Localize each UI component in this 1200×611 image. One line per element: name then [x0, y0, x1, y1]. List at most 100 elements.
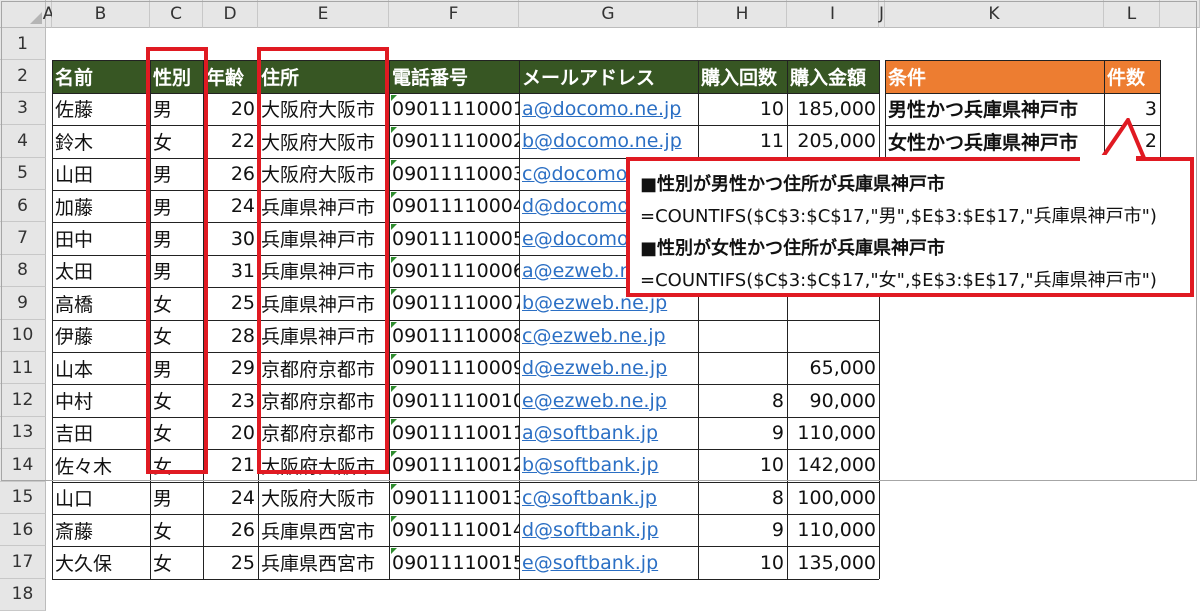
- header-cell-age[interactable]: 年齢: [203, 60, 258, 93]
- cell-gender[interactable]: 女: [150, 546, 203, 578]
- header-cell-purchase-count[interactable]: 購入回数: [698, 60, 787, 93]
- cell-address[interactable]: 大阪府大阪市: [258, 482, 389, 514]
- cell-email[interactable]: e@ezweb.ne.jp: [519, 384, 698, 416]
- cell-phone[interactable]: 09011110010: [389, 384, 519, 416]
- cell-email[interactable]: e@softbank.jp: [519, 546, 698, 578]
- column-header-f[interactable]: F: [389, 0, 519, 28]
- cell-age[interactable]: 24: [203, 482, 258, 514]
- cell-name[interactable]: 佐々木: [52, 449, 150, 481]
- cell-age[interactable]: 23: [203, 384, 258, 416]
- cell-purchase-amount[interactable]: 205,000: [787, 125, 879, 157]
- row-header-5[interactable]: 5: [0, 157, 46, 190]
- row-header-1[interactable]: 1: [0, 28, 46, 61]
- column-header-l[interactable]: L: [1104, 0, 1160, 28]
- cell-purchase-amount[interactable]: 65,000: [787, 352, 879, 384]
- cell-age[interactable]: 24: [203, 190, 258, 222]
- column-header-k[interactable]: K: [885, 0, 1104, 28]
- row-header-4[interactable]: 4: [0, 125, 46, 158]
- cell-age[interactable]: 26: [203, 158, 258, 190]
- cell-purchase-count[interactable]: 8: [698, 384, 787, 416]
- row-header-14[interactable]: 14: [0, 449, 46, 482]
- row-header-6[interactable]: 6: [0, 190, 46, 223]
- cell-purchase-count[interactable]: 10: [698, 546, 787, 578]
- cell-email[interactable]: a@docomo.ne.jp: [519, 93, 698, 125]
- cell-phone[interactable]: 09011110009: [389, 352, 519, 384]
- row-header-8[interactable]: 8: [0, 254, 46, 288]
- row-header-2[interactable]: 2: [0, 60, 46, 93]
- cell-name[interactable]: 佐藤: [52, 93, 150, 125]
- row-header-15[interactable]: 15: [0, 481, 46, 514]
- select-all-corner[interactable]: [0, 0, 46, 28]
- cell-purchase-count[interactable]: 8: [698, 482, 787, 514]
- column-header-d[interactable]: D: [203, 0, 258, 28]
- cell-phone[interactable]: 09011110004: [389, 190, 519, 222]
- cell-name[interactable]: 斎藤: [52, 514, 150, 546]
- cell-phone[interactable]: 09011110015: [389, 546, 519, 578]
- cell-phone[interactable]: 09011110006: [389, 255, 519, 287]
- cell-phone[interactable]: 09011110008: [389, 320, 519, 352]
- cell-purchase-count[interactable]: [698, 320, 787, 352]
- summary-header-condition[interactable]: 条件: [885, 60, 1104, 93]
- cell-age[interactable]: 26: [203, 514, 258, 546]
- column-header-g[interactable]: G: [519, 0, 698, 28]
- cell-purchase-amount[interactable]: 110,000: [787, 417, 879, 449]
- row-header-9[interactable]: 9: [0, 287, 46, 320]
- cell-age[interactable]: 30: [203, 222, 258, 254]
- cell-email[interactable]: b@softbank.jp: [519, 449, 698, 481]
- cell-purchase-count[interactable]: [698, 352, 787, 384]
- cell-purchase-amount[interactable]: 110,000: [787, 514, 879, 546]
- summary-condition-cell[interactable]: 女性かつ兵庫県神戸市: [885, 125, 1104, 157]
- cell-phone[interactable]: 09011110007: [389, 287, 519, 319]
- cell-email[interactable]: c@softbank.jp: [519, 482, 698, 514]
- cell-phone[interactable]: 09011110011: [389, 417, 519, 449]
- cell-age[interactable]: 25: [203, 287, 258, 319]
- cell-purchase-count[interactable]: 10: [698, 449, 787, 481]
- cell-phone[interactable]: 09011110013: [389, 482, 519, 514]
- column-header-b[interactable]: B: [52, 0, 150, 28]
- header-cell-phone[interactable]: 電話番号: [389, 60, 519, 93]
- column-header-e[interactable]: E: [258, 0, 389, 28]
- cell-age[interactable]: 20: [203, 93, 258, 125]
- cell-purchase-amount[interactable]: 142,000: [787, 449, 879, 481]
- row-header-16[interactable]: 16: [0, 514, 46, 547]
- cell-age[interactable]: 22: [203, 125, 258, 157]
- cell-name[interactable]: 山口: [52, 482, 150, 514]
- cell-email[interactable]: a@softbank.jp: [519, 417, 698, 449]
- cell-age[interactable]: 21: [203, 449, 258, 481]
- cell-name[interactable]: 大久保: [52, 546, 150, 578]
- cell-purchase-count[interactable]: 9: [698, 514, 787, 546]
- cell-gender[interactable]: 女: [150, 514, 203, 546]
- cell-email[interactable]: d@softbank.jp: [519, 514, 698, 546]
- summary-condition-cell[interactable]: 男性かつ兵庫県神戸市: [885, 93, 1104, 125]
- cell-age[interactable]: 29: [203, 352, 258, 384]
- cell-phone[interactable]: 09011110005: [389, 222, 519, 254]
- cell-phone[interactable]: 09011110012: [389, 449, 519, 481]
- cell-age[interactable]: 20: [203, 417, 258, 449]
- cell-name[interactable]: 加藤: [52, 190, 150, 222]
- cell-purchase-amount[interactable]: [787, 320, 879, 352]
- column-header-h[interactable]: H: [698, 0, 787, 28]
- cell-name[interactable]: 鈴木: [52, 125, 150, 157]
- cell-purchase-amount[interactable]: 90,000: [787, 384, 879, 416]
- cell-name[interactable]: 田中: [52, 222, 150, 254]
- cell-address[interactable]: 兵庫県西宮市: [258, 546, 389, 578]
- cell-email[interactable]: d@ezweb.ne.jp: [519, 352, 698, 384]
- cell-purchase-amount[interactable]: 135,000: [787, 546, 879, 578]
- cell-name[interactable]: 伊藤: [52, 320, 150, 352]
- cell-address[interactable]: 兵庫県西宮市: [258, 514, 389, 546]
- cell-age[interactable]: 31: [203, 255, 258, 287]
- row-header-12[interactable]: 12: [0, 384, 46, 417]
- column-header-i[interactable]: I: [787, 0, 879, 28]
- cell-name[interactable]: 山本: [52, 352, 150, 384]
- cell-email[interactable]: c@ezweb.ne.jp: [519, 320, 698, 352]
- cell-age[interactable]: 28: [203, 320, 258, 352]
- cell-purchase-count[interactable]: 9: [698, 417, 787, 449]
- row-header-7[interactable]: 7: [0, 222, 46, 255]
- cell-name[interactable]: 太田: [52, 255, 150, 287]
- cell-email[interactable]: b@docomo.ne.jp: [519, 125, 698, 157]
- row-header-3[interactable]: 3: [0, 92, 46, 126]
- cell-phone[interactable]: 09011110001: [389, 93, 519, 125]
- cell-purchase-amount[interactable]: 100,000: [787, 482, 879, 514]
- cell-name[interactable]: 高橋: [52, 287, 150, 319]
- cell-name[interactable]: 吉田: [52, 417, 150, 449]
